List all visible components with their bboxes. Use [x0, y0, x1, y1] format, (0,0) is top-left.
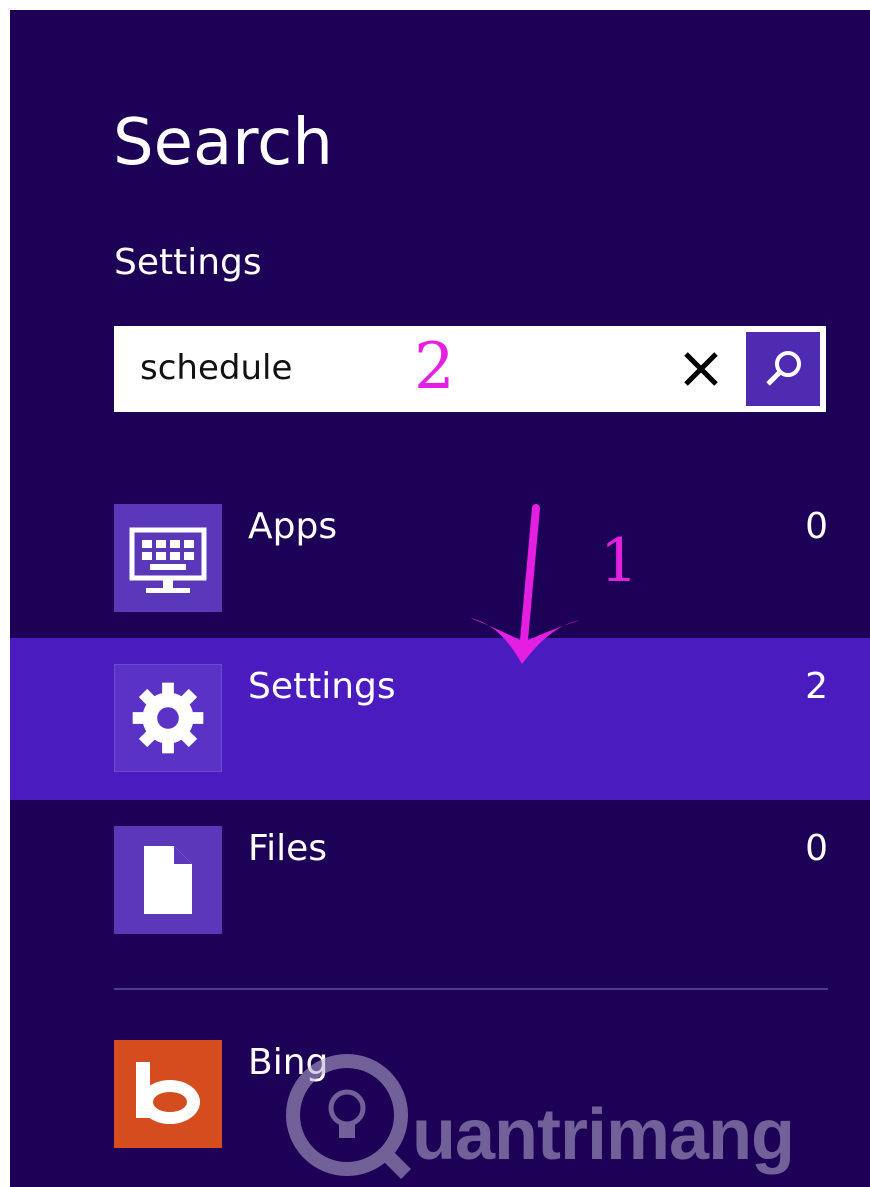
lightbulb-logo-icon: [286, 1054, 411, 1179]
watermark: uantrimang: [282, 1050, 870, 1180]
search-charm-panel: Search Settings schedule 2 Apps 0 Settin…: [10, 10, 870, 1187]
annotation-step-2: 2: [414, 330, 455, 404]
category-apps[interactable]: Apps 0: [10, 478, 870, 640]
apps-monitor-icon: [114, 504, 222, 612]
search-box[interactable]: schedule: [114, 326, 826, 412]
magnifier-icon: [766, 351, 801, 386]
category-settings[interactable]: Settings 2: [10, 638, 870, 800]
file-icon: [114, 826, 222, 934]
bing-logo-icon: [114, 1040, 222, 1148]
category-count: 0: [805, 828, 828, 869]
search-input[interactable]: schedule: [140, 348, 292, 388]
search-scope-label[interactable]: Settings: [114, 242, 262, 283]
category-files[interactable]: Files 0: [10, 800, 870, 962]
annotation-arrow-icon: [470, 504, 580, 664]
category-label: Settings: [248, 666, 396, 707]
search-button[interactable]: [746, 332, 820, 406]
gear-icon: [114, 664, 222, 772]
divider: [114, 988, 828, 990]
clear-icon[interactable]: [680, 348, 722, 390]
page-title: Search: [113, 106, 333, 180]
category-count: 0: [805, 506, 828, 547]
annotation-step-1: 1: [600, 526, 639, 596]
category-label: Apps: [248, 506, 338, 547]
category-count: 2: [805, 666, 828, 707]
category-label: Files: [248, 828, 327, 869]
watermark-text: uantrimang: [412, 1095, 795, 1175]
